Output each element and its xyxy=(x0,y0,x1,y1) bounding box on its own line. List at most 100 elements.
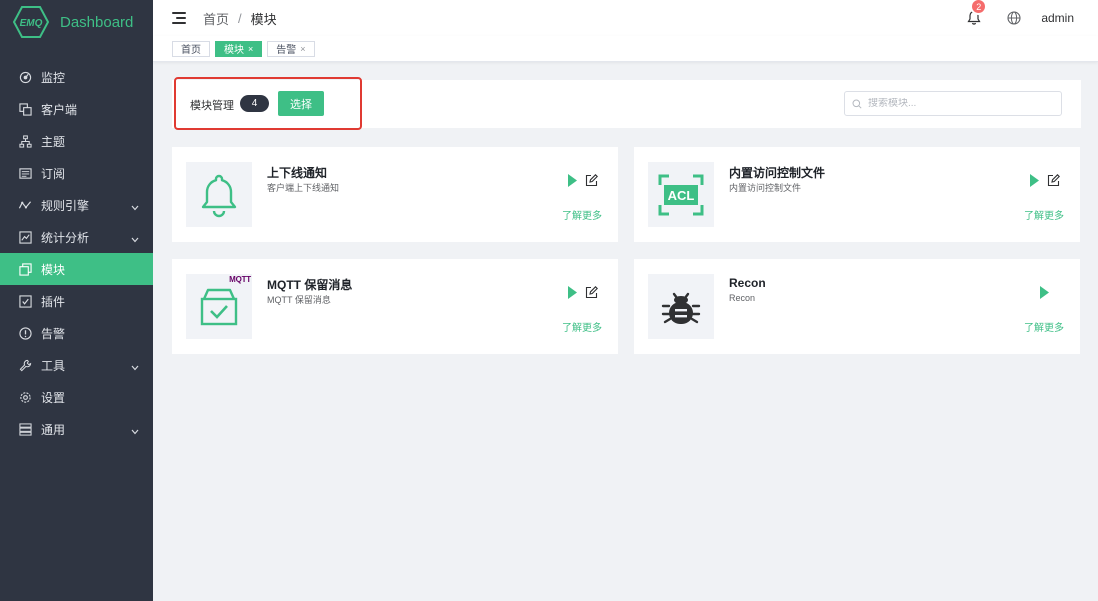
sidebar: EMQ Dashboard 监控 客户端 主题 订阅 规则引擎 统计分析 模块 … xyxy=(0,0,153,601)
breadcrumb-current: 模块 xyxy=(250,11,277,27)
settings-icon xyxy=(18,390,32,404)
sidebar-item-settings[interactable]: 设置 xyxy=(0,381,153,413)
sidebar-item-label: 客户端 xyxy=(41,102,78,117)
acl-icon: ACL xyxy=(648,162,714,227)
edit-module-button[interactable] xyxy=(1047,174,1060,187)
chevron-down-icon xyxy=(131,424,139,438)
module-title: 上下线通知 xyxy=(267,166,328,180)
sidebar-item-label: 监控 xyxy=(41,70,66,85)
tag-label: 模块 xyxy=(224,45,244,56)
sidebar-item-label: 统计分析 xyxy=(41,230,90,245)
module-card-recon: Recon Recon 了解更多 xyxy=(634,259,1080,354)
play-icon xyxy=(568,174,577,187)
start-module-button[interactable] xyxy=(1029,174,1040,187)
search-input[interactable] xyxy=(868,98,1058,109)
logo[interactable]: EMQ Dashboard xyxy=(0,0,153,44)
subscriptions-icon xyxy=(18,166,32,180)
language-button[interactable] xyxy=(1007,11,1021,25)
sidebar-item-label: 通用 xyxy=(41,422,66,437)
module-card-retainer: MQTT MQTT 保留消息 MQTT 保留消息 了解更多 xyxy=(172,259,618,354)
module-title: Recon xyxy=(729,276,766,290)
modules-icon xyxy=(18,262,32,276)
sidebar-item-label: 规则引擎 xyxy=(41,198,90,213)
globe-icon xyxy=(1007,11,1021,25)
rule-engine-icon xyxy=(18,198,32,212)
tags-view: 首页 模块 × 告警 × xyxy=(153,36,1098,62)
tag-alarm[interactable]: 告警 × xyxy=(267,40,315,57)
chevron-down-icon xyxy=(131,200,139,214)
module-description: MQTT 保留消息 xyxy=(267,295,331,305)
sidebar-item-label: 订阅 xyxy=(41,166,66,181)
tools-icon xyxy=(18,358,32,372)
tag-modules[interactable]: 模块 × xyxy=(215,40,263,57)
sidebar-item-analysis[interactable]: 统计分析 xyxy=(0,221,153,253)
retained-box-icon: MQTT xyxy=(186,274,252,339)
module-description: 客户端上下线通知 xyxy=(267,183,340,193)
app-title: Dashboard xyxy=(60,13,134,31)
start-module-button[interactable] xyxy=(1039,286,1050,299)
close-icon[interactable]: × xyxy=(300,44,305,54)
user-menu[interactable]: admin xyxy=(1041,11,1074,25)
sidebar-item-label: 告警 xyxy=(41,326,66,341)
learn-more-link[interactable]: 了解更多 xyxy=(562,319,602,334)
edit-module-button[interactable] xyxy=(585,286,598,299)
sidebar-item-subscriptions[interactable]: 订阅 xyxy=(0,157,153,189)
chevron-down-icon xyxy=(131,360,139,374)
module-search xyxy=(844,91,1062,116)
module-description: 内置访问控制文件 xyxy=(729,183,802,193)
sidebar-nav: 监控 客户端 主题 订阅 规则引擎 统计分析 模块 插件 告警 工具 设置 通用 xyxy=(0,61,153,445)
edit-icon xyxy=(585,174,598,187)
breadcrumb: 首页 / 模块 xyxy=(203,9,277,28)
module-title: 内置访问控制文件 xyxy=(729,166,826,180)
start-module-button[interactable] xyxy=(567,174,578,187)
breadcrumb-separator: / xyxy=(238,10,242,26)
module-title: MQTT 保留消息 xyxy=(267,278,353,292)
sidebar-item-monitor[interactable]: 监控 xyxy=(0,61,153,93)
emq-logo-icon: EMQ xyxy=(13,6,49,38)
svg-text:EMQ: EMQ xyxy=(20,18,43,29)
module-card-presence: 上下线通知 客户端上下线通知 了解更多 xyxy=(172,147,618,242)
notification-button[interactable]: 2 xyxy=(967,0,988,26)
monitor-icon xyxy=(18,70,32,84)
learn-more-link[interactable]: 了解更多 xyxy=(1024,207,1064,222)
tag-home[interactable]: 首页 xyxy=(172,40,210,57)
close-icon[interactable]: × xyxy=(248,44,253,54)
bell-icon xyxy=(186,162,252,227)
sidebar-item-topics[interactable]: 主题 xyxy=(0,125,153,157)
sidebar-item-label: 插件 xyxy=(41,294,66,309)
notification-badge: 2 xyxy=(970,0,988,15)
breadcrumb-home[interactable]: 首页 xyxy=(203,9,229,28)
clients-icon xyxy=(18,102,32,116)
play-icon xyxy=(568,286,577,299)
tag-label: 首页 xyxy=(181,45,201,56)
bug-icon xyxy=(648,274,714,339)
sidebar-item-alarm[interactable]: 告警 xyxy=(0,317,153,349)
sidebar-item-label: 设置 xyxy=(41,390,66,405)
play-icon xyxy=(1040,286,1049,299)
play-icon xyxy=(1030,174,1039,187)
sidebar-item-clients[interactable]: 客户端 xyxy=(0,93,153,125)
sidebar-item-rule-engine[interactable]: 规则引擎 xyxy=(0,189,153,221)
sidebar-item-modules[interactable]: 模块 xyxy=(0,253,153,285)
edit-module-button[interactable] xyxy=(585,174,598,187)
search-icon xyxy=(852,99,862,109)
sidebar-item-tools[interactable]: 工具 xyxy=(0,349,153,381)
mqtt-logo-text: MQTT xyxy=(229,275,251,284)
edit-icon xyxy=(1047,174,1060,187)
learn-more-link[interactable]: 了解更多 xyxy=(1024,319,1064,334)
header-actions: 2 admin xyxy=(967,0,1074,36)
top-header: 首页 / 模块 2 admin xyxy=(153,0,1098,36)
start-module-button[interactable] xyxy=(567,286,578,299)
learn-more-link[interactable]: 了解更多 xyxy=(562,207,602,222)
sidebar-item-general[interactable]: 通用 xyxy=(0,413,153,445)
module-card-acl-file: ACL 内置访问控制文件 内置访问控制文件 了解更多 xyxy=(634,147,1080,242)
module-description: Recon xyxy=(729,293,756,303)
menu-toggle-icon[interactable] xyxy=(172,12,186,24)
highlight-annotation xyxy=(174,77,362,130)
sidebar-item-label: 工具 xyxy=(41,358,66,373)
topics-icon xyxy=(18,134,32,148)
sidebar-item-label: 模块 xyxy=(41,262,66,277)
sidebar-item-plugins[interactable]: 插件 xyxy=(0,285,153,317)
sidebar-item-label: 主题 xyxy=(41,134,66,149)
svg-text:ACL: ACL xyxy=(668,188,695,203)
